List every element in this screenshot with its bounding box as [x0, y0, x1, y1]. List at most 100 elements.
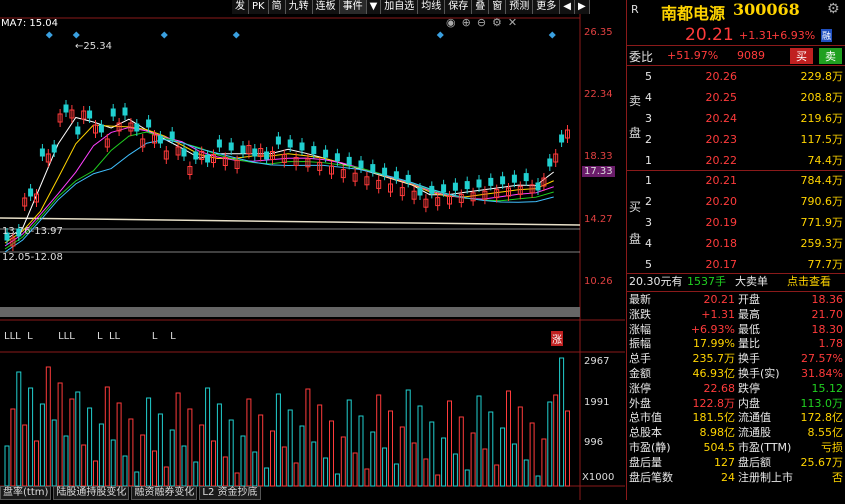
- volume-bar: [87, 407, 93, 487]
- sell-order-row[interactable]: 2 20.23 117.5万: [627, 132, 845, 148]
- volume-bar: [329, 420, 334, 487]
- tab-margin[interactable]: 融资融券变化: [131, 486, 198, 500]
- candle-body: [63, 104, 69, 113]
- toolbar-overlay[interactable]: 叠: [472, 0, 490, 14]
- stat-value-left: 17.99%: [693, 337, 735, 351]
- high-annotation: ←25.34: [75, 41, 113, 52]
- stat-label-left: 涨跌: [629, 307, 651, 321]
- candle-body: [75, 126, 81, 135]
- stat-row: 总股本 8.98亿 流通股 8.55亿: [627, 425, 845, 440]
- stat-value-right: 25.67万: [800, 455, 844, 469]
- kline-chart[interactable]: MA7: 15.04 ←25.34 13.76-13.97 12.05-12.0…: [0, 0, 625, 500]
- volume-bar: [270, 430, 275, 487]
- volume-bar: [506, 390, 511, 487]
- sell-order-level: 2: [645, 133, 652, 146]
- tab-northbound[interactable]: 陆股通持股变化: [53, 486, 130, 500]
- candle-body: [299, 142, 305, 151]
- toolbar-prev-icon[interactable]: ◀: [560, 0, 575, 14]
- toolbar-events-dropdown-icon[interactable]: ▼: [366, 0, 382, 14]
- volume-bar: [494, 464, 500, 487]
- candle-body: [382, 167, 388, 176]
- volume-bar: [4, 445, 10, 487]
- tab-l2-funds[interactable]: L2 资金抄底: [199, 486, 261, 500]
- volume-bar: [352, 452, 358, 487]
- volume-bar: [511, 443, 517, 487]
- sell-order-row[interactable]: 1 20.22 74.4万: [627, 153, 845, 169]
- buy-order-row[interactable]: 4 20.18 259.3万: [627, 236, 845, 252]
- sell-order-volume: 117.5万: [800, 133, 844, 146]
- buy-order-row[interactable]: 1 20.21 784.4万: [627, 173, 845, 189]
- toolbar-more[interactable]: 更多: [533, 0, 561, 14]
- settings-icon[interactable]: ⚙: [492, 16, 508, 29]
- volume-bar: [45, 366, 51, 487]
- buy-order-row[interactable]: 2 20.20 790.6万: [627, 194, 845, 210]
- toolbar-forecast[interactable]: 预测: [506, 0, 534, 14]
- candle-body: [146, 119, 152, 128]
- toolbar-jian[interactable]: 简: [268, 0, 286, 14]
- volume-bar: [258, 414, 264, 487]
- volume-bar: [441, 437, 447, 487]
- zoom-in-icon[interactable]: ⊕: [462, 16, 477, 29]
- toolbar-pk[interactable]: PK: [249, 0, 269, 14]
- gear-icon[interactable]: ⚙: [827, 1, 840, 17]
- toolbar-events[interactable]: 事件: [339, 0, 367, 14]
- buy-order-volume: 771.9万: [800, 216, 844, 229]
- stat-row: 市盈(静) 504.5 市盈(TTM) 亏损: [627, 440, 845, 455]
- check-link[interactable]: 点击查看: [787, 274, 831, 290]
- zoom-out-icon[interactable]: ⊖: [477, 16, 492, 29]
- buy-order-row[interactable]: 5 20.17 77.7万: [627, 257, 845, 273]
- toolbar-window[interactable]: 窗: [489, 0, 507, 14]
- volume-bar: [181, 445, 187, 487]
- buy-order-volume: 77.7万: [807, 258, 844, 271]
- volume-bar: [128, 418, 134, 487]
- big-order-label[interactable]: 大卖单: [735, 274, 768, 290]
- candle-body: [370, 164, 376, 173]
- stat-value-right: 否: [832, 470, 843, 484]
- stat-row: 总手 235.7万 换手 27.57%: [627, 351, 845, 366]
- candle-body: [287, 139, 293, 148]
- toolbar-save[interactable]: 保存: [445, 0, 473, 14]
- buy-order-level: 3: [645, 216, 652, 229]
- eye-icon[interactable]: ◉: [446, 16, 462, 29]
- buy-order-row[interactable]: 3 20.19 771.9万: [627, 215, 845, 231]
- sell-button[interactable]: 卖: [819, 48, 842, 64]
- candle-body: [228, 142, 234, 151]
- toolbar-fa[interactable]: 发: [232, 0, 249, 14]
- quote-panel: R 南都电源 300068 ⚙ 20.21 +1.31 +6.93% 融 委比 …: [626, 0, 845, 500]
- volume-bar: [317, 404, 323, 487]
- stat-label-left: 盘后量: [629, 455, 662, 469]
- sell-order-row[interactable]: 5 20.26 229.8万: [627, 69, 845, 85]
- volume-bar: [39, 403, 45, 487]
- toolbar-lianban[interactable]: 连板: [312, 0, 340, 14]
- stat-row: 外盘 122.8万 内盘 113.0万: [627, 396, 845, 411]
- candle-body: [323, 149, 329, 158]
- volume-bar: [211, 440, 216, 487]
- volume-bar: [110, 439, 116, 487]
- stat-value-left: 504.5: [703, 441, 736, 454]
- toolbar-next-icon[interactable]: ▶: [575, 0, 590, 14]
- sell-order-volume: 74.4万: [807, 154, 844, 167]
- candle-body: [240, 145, 246, 154]
- price-axis-current: 17.33: [582, 166, 615, 177]
- candle-body: [511, 174, 517, 183]
- volume-bar: [28, 387, 34, 487]
- buy-button[interactable]: 买: [790, 48, 813, 64]
- toolbar-ma[interactable]: 均线: [418, 0, 446, 14]
- candle-body: [110, 108, 116, 117]
- toolbar-jiuzhuan[interactable]: 九转: [285, 0, 313, 14]
- volume-bar: [458, 416, 464, 487]
- toolbar-add-watch[interactable]: 加自选: [381, 0, 419, 14]
- volume-bar: [382, 447, 388, 487]
- close-icon[interactable]: ✕: [508, 16, 523, 29]
- buy-order-volume: 784.4万: [800, 174, 844, 187]
- sell-order-row[interactable]: 4 20.25 208.8万: [627, 90, 845, 106]
- ratio-label: 委比: [629, 50, 654, 64]
- volume-bar: [193, 461, 199, 487]
- tab-pe-ttm[interactable]: 盘率(ttm): [0, 486, 52, 500]
- sell-order-row[interactable]: 3 20.24 219.6万: [627, 111, 845, 127]
- stat-value-right: 8.55亿: [807, 426, 844, 440]
- volume-bar: [146, 397, 152, 487]
- stat-label-left: 外盘: [629, 396, 651, 410]
- stat-label-left: 涨停: [629, 381, 651, 395]
- volume-bar: [411, 442, 417, 487]
